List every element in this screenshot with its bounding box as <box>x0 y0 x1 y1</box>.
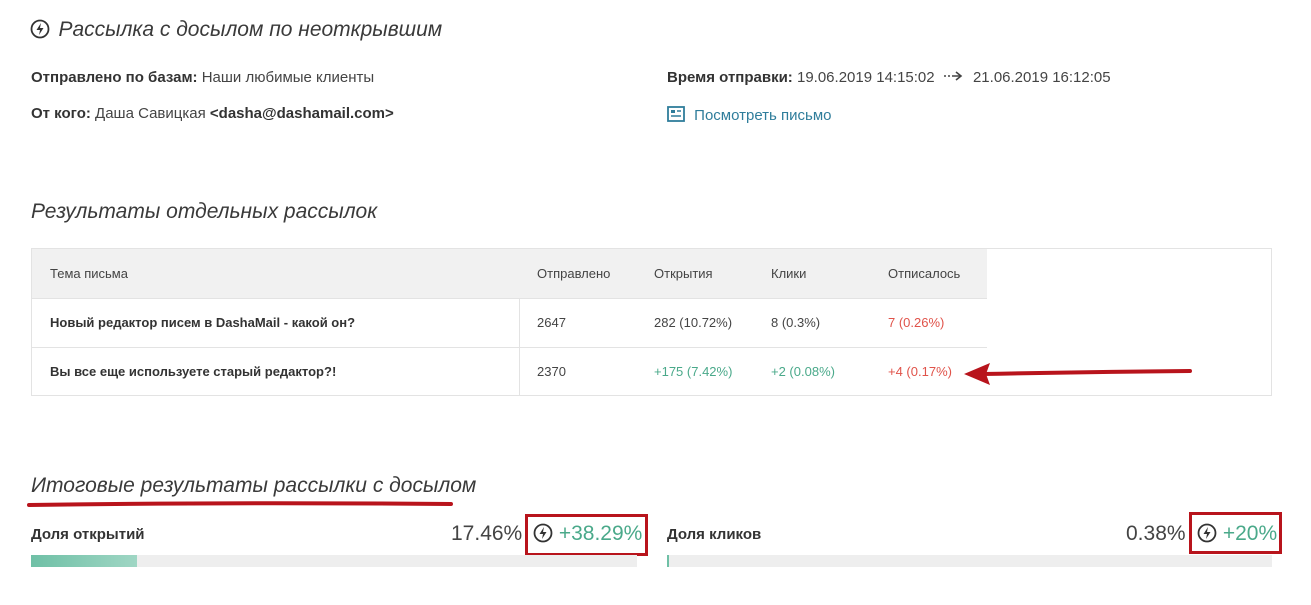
table-row-1-sent: 2647 <box>537 315 566 330</box>
from-info: От кого: Даша Савицкая <dasha@dashamail.… <box>31 105 394 122</box>
lightning-icon <box>1197 523 1217 543</box>
clicks-label: Доля кликов <box>667 526 762 543</box>
from-label: От кого: <box>31 105 91 122</box>
view-letter-link[interactable]: Посмотреть письмо <box>667 106 832 124</box>
view-letter-label[interactable]: Посмотреть письмо <box>694 107 831 124</box>
opens-label: Доля открытий <box>31 526 145 543</box>
clicks-delta: +20% <box>1197 522 1277 546</box>
bases-label: Отправлено по базам: <box>31 69 198 86</box>
clicks-progress-bar <box>667 555 1272 567</box>
lightning-icon <box>30 19 50 39</box>
table-header <box>32 249 987 298</box>
page-title: Рассылка с досылом по неоткрывшим <box>58 18 443 41</box>
page-title-row: Рассылка с досылом по неоткрывшим <box>30 18 442 42</box>
bases-value: Наши любимые клиенты <box>201 69 375 86</box>
time-start: 19.06.2019 14:15:02 <box>796 69 935 86</box>
opens-delta: +38.29% <box>533 522 642 546</box>
totals-title: Итоговые результаты рассылки с досылом <box>31 474 477 497</box>
clicks-progress-fill <box>667 555 669 567</box>
time-end: 21.06.2019 16:12:05 <box>972 69 1111 86</box>
column-header-subject[interactable]: Тема письма <box>50 266 128 281</box>
bases-info: Отправлено по базам: Наши любимые клиент… <box>31 69 374 86</box>
table-row-1-opens: 282 (10.72%) <box>654 315 733 330</box>
from-email: <dasha@dashamail.com> <box>209 105 394 122</box>
table-row-2-sent: 2370 <box>537 364 566 379</box>
table-row-2-opens: +175 (7.42%) <box>654 364 733 379</box>
opens-progress-bar <box>31 555 637 567</box>
table-row-2-subject: Вы все еще используете старый редактор?! <box>50 364 337 379</box>
table-row-1-clicks: 8 (0.3%) <box>771 315 821 330</box>
column-header-unsub[interactable]: Отписалось <box>888 266 960 281</box>
opens-value: 17.46% <box>451 522 523 545</box>
send-time-info: Время отправки: 19.06.2019 14:15:02 21.0… <box>667 69 1111 86</box>
from-name: Даша Савицкая <box>95 105 206 122</box>
arrow-right-icon <box>943 71 963 81</box>
opens-progress-fill <box>31 555 137 567</box>
annotation-underline <box>27 501 453 507</box>
table-row-2-clicks: +2 (0.08%) <box>771 364 835 379</box>
clicks-value: 0.38% <box>1126 522 1186 545</box>
opens-delta-value: +38.29% <box>558 522 643 545</box>
table-row-1-unsub: 7 (0.26%) <box>888 315 945 330</box>
document-icon <box>667 106 685 122</box>
clicks-delta-value: +20% <box>1222 522 1278 545</box>
annotation-arrow <box>964 363 1192 385</box>
column-header-opens[interactable]: Открытия <box>654 266 713 281</box>
time-label: Время отправки: <box>667 69 793 86</box>
table-row-1-subject: Новый редактор писем в DashaMail - какой… <box>50 315 356 330</box>
lightning-icon <box>533 523 553 543</box>
results-title: Результаты отдельных рассылок <box>31 200 378 223</box>
table-row-2-unsub: +4 (0.17%) <box>888 364 952 379</box>
column-header-clicks[interactable]: Клики <box>771 266 806 281</box>
column-header-sent[interactable]: Отправлено <box>537 266 610 281</box>
